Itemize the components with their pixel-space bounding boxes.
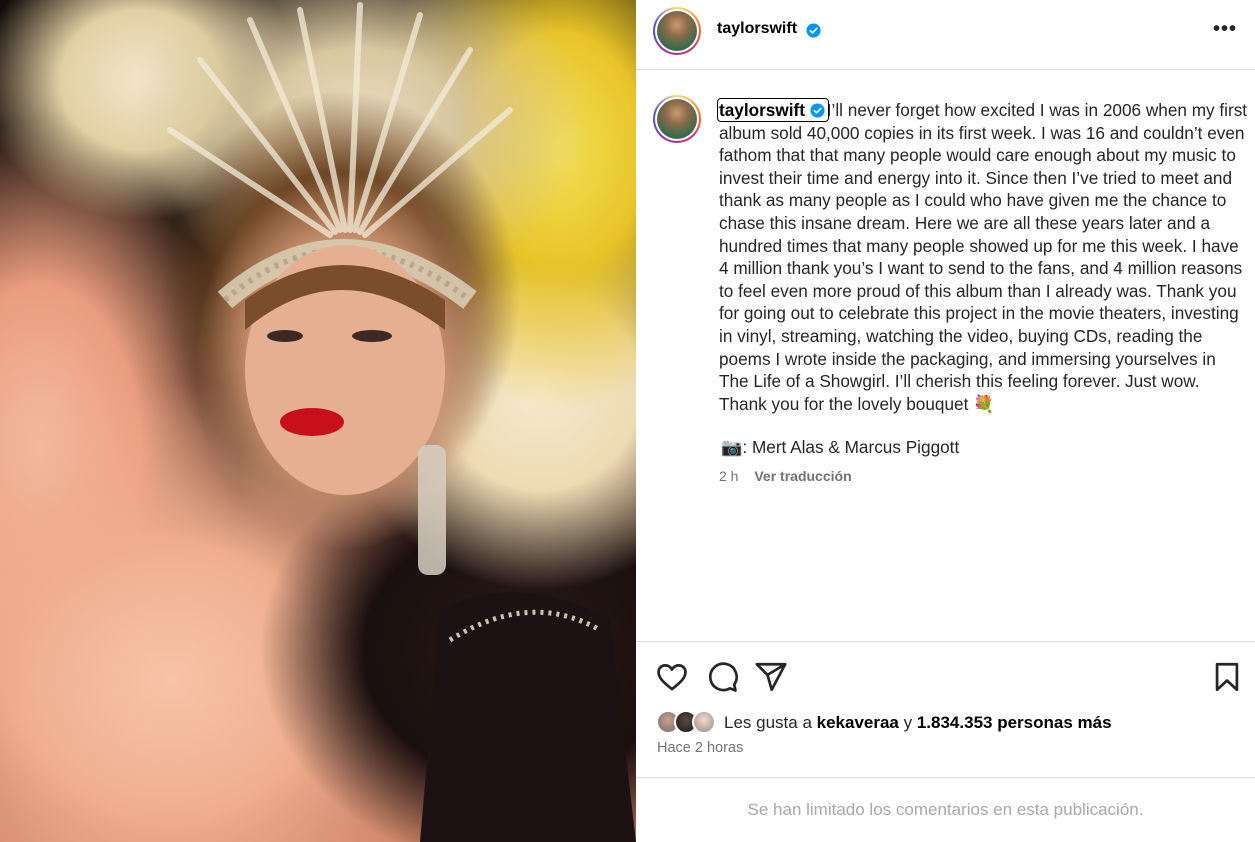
likes-user-link[interactable]: kekaveraa	[817, 713, 899, 732]
caption-age: 2 h	[719, 468, 739, 484]
likes-prefix: Les gusta a	[724, 713, 817, 732]
bookmark-icon[interactable]	[1210, 660, 1244, 694]
caption-avatar[interactable]	[653, 95, 701, 143]
caption-username[interactable]: taylorswift	[717, 98, 829, 122]
more-options-icon[interactable]: •••	[1213, 19, 1237, 39]
likers-avatars[interactable]	[656, 710, 720, 736]
likes-summary: Les gusta a kekaveraa y 1.834.353 person…	[724, 713, 1112, 733]
caption-meta: 2 h Ver traducción	[719, 468, 852, 484]
translate-link[interactable]: Ver traducción	[754, 468, 851, 484]
post-photo[interactable]	[0, 0, 636, 842]
likes-count-link[interactable]: 1.834.353 personas más	[917, 713, 1112, 732]
likes-connector: y	[898, 713, 917, 732]
post-timestamp[interactable]: Hace 2 horas	[657, 740, 743, 756]
comment-bubble-icon[interactable]	[705, 660, 739, 694]
comments-limited-notice: Se han limitado los comentarios en esta …	[747, 800, 1144, 819]
heart-icon[interactable]	[655, 660, 689, 694]
caption-text: I’ll never forget how excited I was in 2…	[719, 100, 1248, 414]
post-photo-art	[167, 2, 636, 842]
header-username[interactable]: taylorswift	[717, 20, 797, 38]
actions-section: Les gusta a kekaveraa y 1.834.353 person…	[636, 641, 1255, 778]
verified-badge-icon	[806, 23, 821, 38]
profile-avatar[interactable]	[653, 7, 701, 55]
post-panel: taylorswift ••• taylorswift I’ll never f…	[636, 0, 1255, 842]
liker-avatar	[692, 710, 716, 734]
photo-credit: 📷: Mert Alas & Marcus Piggott	[721, 437, 960, 457]
post-header: taylorswift •••	[636, 0, 1255, 70]
paper-plane-icon[interactable]	[754, 660, 788, 694]
verified-badge-icon	[810, 103, 825, 118]
post-caption: taylorswift I’ll never forget how excite…	[717, 98, 1249, 415]
